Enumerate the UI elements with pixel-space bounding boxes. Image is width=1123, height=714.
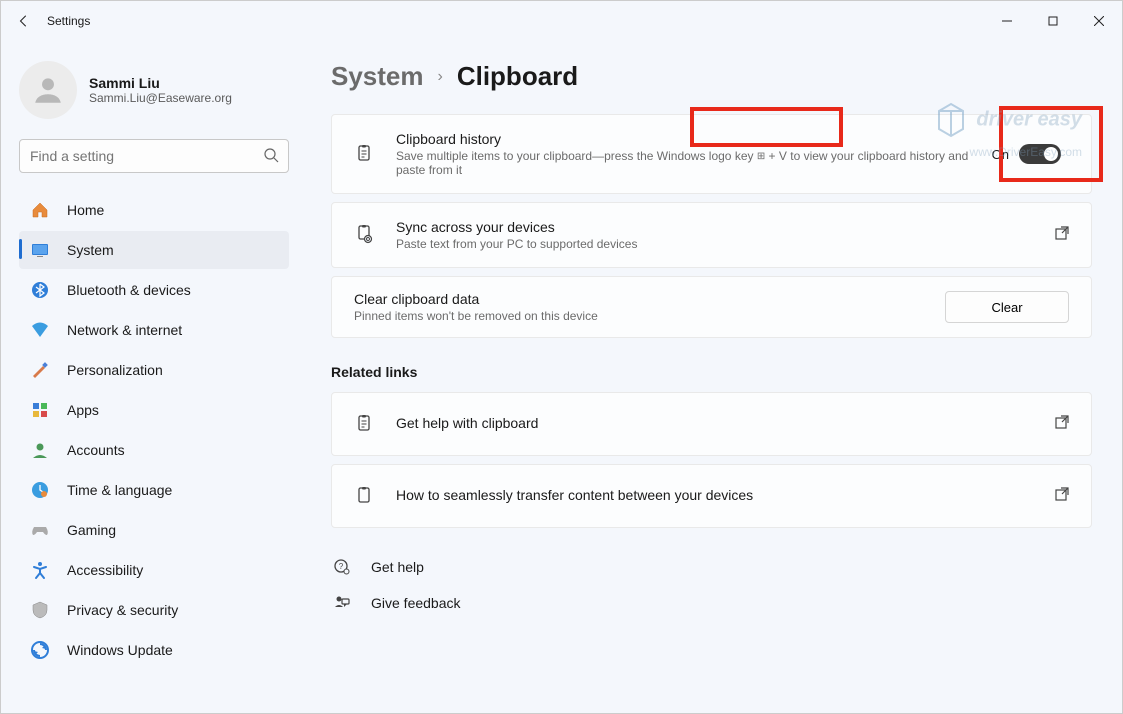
clipboard-icon <box>354 413 376 435</box>
clipboard-outline-icon <box>354 485 376 507</box>
accessibility-icon <box>29 559 51 581</box>
nav-privacy[interactable]: Privacy & security <box>19 591 289 629</box>
search-icon <box>263 147 279 168</box>
card-title: Clear clipboard data <box>354 291 945 307</box>
breadcrumb-current: Clipboard <box>457 61 578 92</box>
nav-home[interactable]: Home <box>19 191 289 229</box>
link-label: Give feedback <box>371 595 461 611</box>
profile-name: Sammi Liu <box>89 75 232 91</box>
minimize-button[interactable] <box>984 5 1030 37</box>
minimize-icon <box>1002 16 1012 26</box>
privacy-icon <box>29 599 51 621</box>
nav-label: Personalization <box>67 362 163 378</box>
open-icon <box>1055 226 1069 245</box>
get-help-link[interactable]: ? Get help <box>331 556 1092 578</box>
nav-label: Network & internet <box>67 322 182 338</box>
windows-key-icon: ⊞ <box>757 151 765 162</box>
titlebar: Settings <box>1 1 1122 41</box>
link-label: Get help with clipboard <box>396 415 538 431</box>
nav-label: Apps <box>67 402 99 418</box>
nav-label: Gaming <box>67 522 116 538</box>
nav-system[interactable]: System <box>19 231 289 269</box>
clear-button[interactable]: Clear <box>945 291 1069 323</box>
clipboard-icon <box>354 143 376 165</box>
nav-label: Bluetooth & devices <box>67 282 191 298</box>
toggle-label: On <box>992 147 1009 162</box>
clear-card: Clear clipboard data Pinned items won't … <box>331 276 1092 338</box>
nav-accessibility[interactable]: Accessibility <box>19 551 289 589</box>
nav-label: Windows Update <box>67 642 173 658</box>
link-label: Get help <box>371 559 424 575</box>
person-icon <box>31 73 65 107</box>
gaming-icon <box>29 519 51 541</box>
profile-block[interactable]: Sammi Liu Sammi.Liu@Easeware.org <box>19 61 289 119</box>
update-icon <box>29 639 51 661</box>
nav-label: Accessibility <box>67 562 143 578</box>
help-clipboard-link[interactable]: Get help with clipboard <box>331 392 1092 456</box>
help-icon: ? <box>331 556 353 578</box>
give-feedback-link[interactable]: Give feedback <box>331 592 1092 614</box>
clipboard-history-toggle[interactable] <box>1019 144 1061 164</box>
avatar <box>19 61 77 119</box>
profile-email: Sammi.Liu@Easeware.org <box>89 91 232 105</box>
transfer-content-link[interactable]: How to seamlessly transfer content betwe… <box>331 464 1092 528</box>
content-area: System › Clipboard Clipboard history Sav… <box>301 41 1122 713</box>
breadcrumb: System › Clipboard <box>331 61 1092 92</box>
nav-accounts[interactable]: Accounts <box>19 431 289 469</box>
open-icon <box>1055 415 1069 434</box>
sync-card[interactable]: Sync across your devices Paste text from… <box>331 202 1092 268</box>
svg-text:?: ? <box>339 562 344 571</box>
accounts-icon <box>29 439 51 461</box>
arrow-left-icon <box>17 14 31 28</box>
nav-label: System <box>67 242 114 258</box>
maximize-button[interactable] <box>1030 5 1076 37</box>
chevron-right-icon: › <box>438 68 443 86</box>
feedback-icon <box>331 592 353 614</box>
nav-gaming[interactable]: Gaming <box>19 511 289 549</box>
close-button[interactable] <box>1076 5 1122 37</box>
search-box <box>19 139 289 173</box>
network-icon <box>29 319 51 341</box>
clipboard-sync-icon <box>354 224 376 246</box>
nav-apps[interactable]: Apps <box>19 391 289 429</box>
card-description: Paste text from your PC to supported dev… <box>396 237 1055 251</box>
nav-bluetooth[interactable]: Bluetooth & devices <box>19 271 289 309</box>
breadcrumb-parent[interactable]: System <box>331 61 424 92</box>
open-icon <box>1055 487 1069 506</box>
nav-update[interactable]: Windows Update <box>19 631 289 669</box>
clipboard-history-card: Clipboard history Save multiple items to… <box>331 114 1092 194</box>
sidebar: Sammi Liu Sammi.Liu@Easeware.org Home Sy… <box>1 41 301 713</box>
home-icon <box>29 199 51 221</box>
nav-personalization[interactable]: Personalization <box>19 351 289 389</box>
maximize-icon <box>1048 16 1058 26</box>
time-icon <box>29 479 51 501</box>
system-icon <box>29 239 51 261</box>
close-icon <box>1094 16 1104 26</box>
nav-label: Privacy & security <box>67 602 178 618</box>
card-title: Clipboard history <box>396 131 992 147</box>
card-description: Pinned items won't be removed on this de… <box>354 309 945 323</box>
window-title: Settings <box>47 14 90 28</box>
card-description: Save multiple items to your clipboard—pr… <box>396 149 992 177</box>
nav-network[interactable]: Network & internet <box>19 311 289 349</box>
bluetooth-icon <box>29 279 51 301</box>
nav-label: Home <box>67 202 104 218</box>
search-input[interactable] <box>19 139 289 173</box>
back-button[interactable] <box>9 6 39 36</box>
personalization-icon <box>29 359 51 381</box>
nav-label: Accounts <box>67 442 125 458</box>
link-label: How to seamlessly transfer content betwe… <box>396 487 753 503</box>
nav-time[interactable]: Time & language <box>19 471 289 509</box>
related-links-heading: Related links <box>331 364 1092 380</box>
card-title: Sync across your devices <box>396 219 1055 235</box>
apps-icon <box>29 399 51 421</box>
nav-label: Time & language <box>67 482 172 498</box>
